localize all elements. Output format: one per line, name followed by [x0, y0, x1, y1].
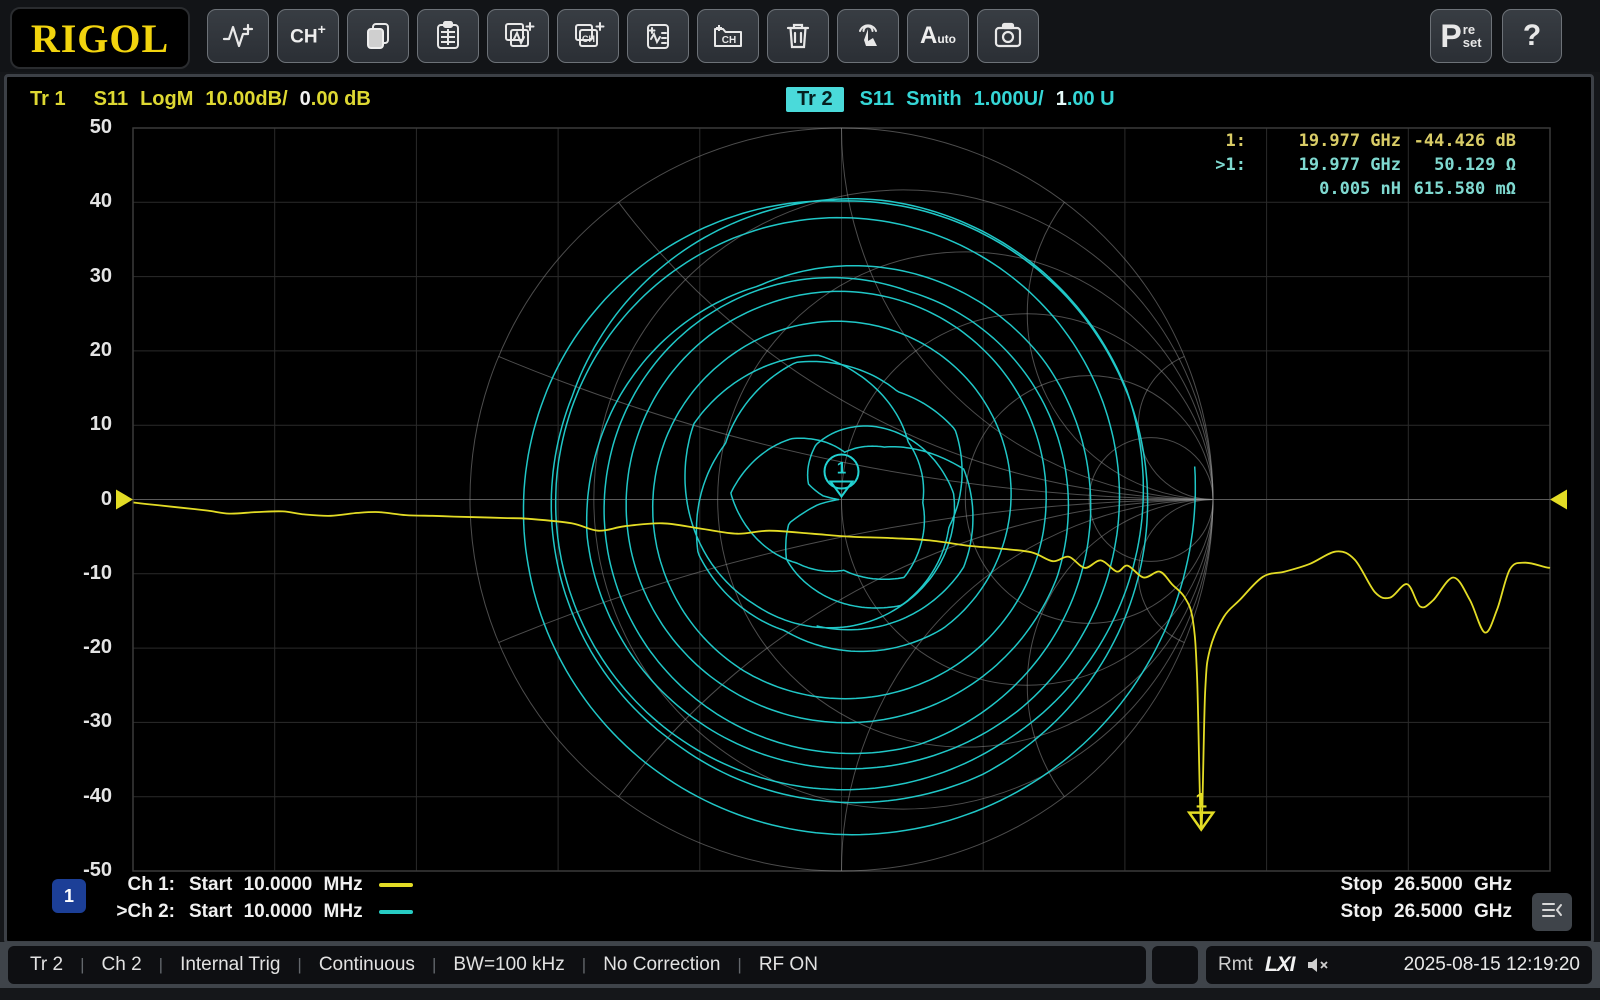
status-separator: | [737, 955, 741, 975]
status-item[interactable]: BW=100 kHz [453, 954, 564, 976]
folder-ch-plus-icon: CH [710, 19, 746, 53]
touch-icon [851, 19, 885, 53]
status-separator: | [297, 955, 301, 975]
status-item[interactable]: Tr 2 [30, 954, 63, 976]
channel2-row[interactable]: >Ch 2: Start 10.0000 MHz Stop 26.5000 GH… [0, 899, 1600, 925]
pages-icon [361, 19, 395, 53]
preset-icon: P [1440, 22, 1461, 50]
y-tick-label: 40 [52, 190, 112, 213]
trace-list-button[interactable] [627, 9, 689, 63]
y-tick-label: -30 [52, 710, 112, 733]
waveform-plus-icon [220, 19, 256, 53]
auto-icon: Auto [920, 22, 956, 50]
display-panel [4, 74, 1594, 944]
status-item[interactable]: Continuous [319, 954, 415, 976]
ch-plus-icon: CH+ [290, 23, 326, 48]
copy-button[interactable] [347, 9, 409, 63]
clipboard-table-icon [431, 19, 465, 53]
status-separator: | [582, 955, 586, 975]
clipboard-waveform-plus-icon [641, 19, 675, 53]
y-tick-label: 20 [52, 339, 112, 362]
marker-readout-row: 1:19.977 GHz-44.426 dB [1176, 129, 1516, 153]
channel-badge[interactable]: 1 [52, 879, 86, 913]
screenshot-button[interactable] [977, 9, 1039, 63]
status-spacer [1152, 946, 1198, 984]
y-tick-label: 0 [52, 488, 112, 511]
help-icon: ? [1523, 19, 1541, 53]
status-bar: Tr 2 | Ch 2 | Internal Trig | Continuous | BW=10… [0, 942, 1600, 988]
vna-screen: RIGOL CH+ CH [0, 0, 1600, 1000]
preset-button[interactable]: P re set [1430, 9, 1492, 63]
marker-readout-row: 0.005 nH615.580 mΩ [1176, 177, 1516, 201]
y-tick-label: 10 [52, 413, 112, 436]
status-item[interactable]: Internal Trig [180, 954, 280, 976]
logo-text: RIGOL [31, 15, 169, 62]
speaker-muted-icon [1305, 954, 1331, 976]
datetime: 2025-08-15 12:19:20 [1404, 954, 1580, 976]
y-tick-label: -10 [52, 562, 112, 585]
trace1-color-swatch [379, 883, 413, 887]
y-tick-label: 30 [52, 265, 112, 288]
status-separator: | [80, 955, 84, 975]
rigol-logo: RIGOL [10, 7, 190, 69]
marker-readout: 1:19.977 GHz-44.426 dB>1:19.977 GHz50.12… [1176, 129, 1516, 201]
collapse-menu-icon [1540, 900, 1564, 925]
windows-waveform-plus-icon [500, 19, 536, 53]
add-channel-window-button[interactable]: CH [557, 9, 619, 63]
remote-indicator: Rmt [1218, 954, 1253, 976]
collapse-menu-button[interactable] [1532, 893, 1572, 931]
auto-scale-button[interactable]: Auto [907, 9, 969, 63]
measure-table-button[interactable] [417, 9, 479, 63]
channel-folder-button[interactable]: CH [697, 9, 759, 63]
status-left[interactable]: Tr 2 | Ch 2 | Internal Trig | Continuous | BW=10… [8, 946, 1146, 984]
svg-text:CH: CH [582, 34, 595, 44]
lxi-indicator: LXI [1265, 953, 1295, 977]
windows-ch-plus-icon: CH [570, 19, 606, 53]
y-tick-label: -40 [52, 785, 112, 808]
touch-button[interactable] [837, 9, 899, 63]
channel1-row[interactable]: Ch 1: Start 10.0000 MHz Stop 26.5000 GHz [0, 872, 1600, 898]
trace1-header[interactable]: Tr 1 S11 LogM 10.00dB/ 0.00 dB [30, 86, 371, 112]
add-trace-button[interactable] [207, 9, 269, 63]
status-separator: | [159, 955, 163, 975]
add-channel-button[interactable]: CH+ [277, 9, 339, 63]
status-item[interactable]: RF ON [759, 954, 818, 976]
status-right[interactable]: Rmt LXI 2025-08-15 12:19:20 [1206, 946, 1592, 984]
trace2-color-swatch [379, 910, 413, 914]
trace2-active-chip[interactable]: Tr 2 [786, 87, 844, 112]
trace2-header[interactable]: Tr 2 S11 Smith 1.000U/ 1.00 U [786, 86, 1115, 112]
svg-text:CH: CH [722, 35, 736, 46]
status-item[interactable]: No Correction [603, 954, 720, 976]
toolbar: RIGOL CH+ CH [0, 0, 1600, 72]
status-item[interactable]: Ch 2 [102, 954, 142, 976]
trash-icon [781, 19, 815, 53]
add-trace-window-button[interactable] [487, 9, 549, 63]
delete-button[interactable] [767, 9, 829, 63]
status-separator: | [432, 955, 436, 975]
y-tick-label: 50 [52, 116, 112, 139]
marker-readout-row: >1:19.977 GHz50.129 Ω [1176, 153, 1516, 177]
camera-icon [991, 19, 1025, 53]
trace1-id: Tr 1 [30, 88, 66, 111]
y-tick-label: -20 [52, 636, 112, 659]
help-button[interactable]: ? [1502, 9, 1562, 63]
